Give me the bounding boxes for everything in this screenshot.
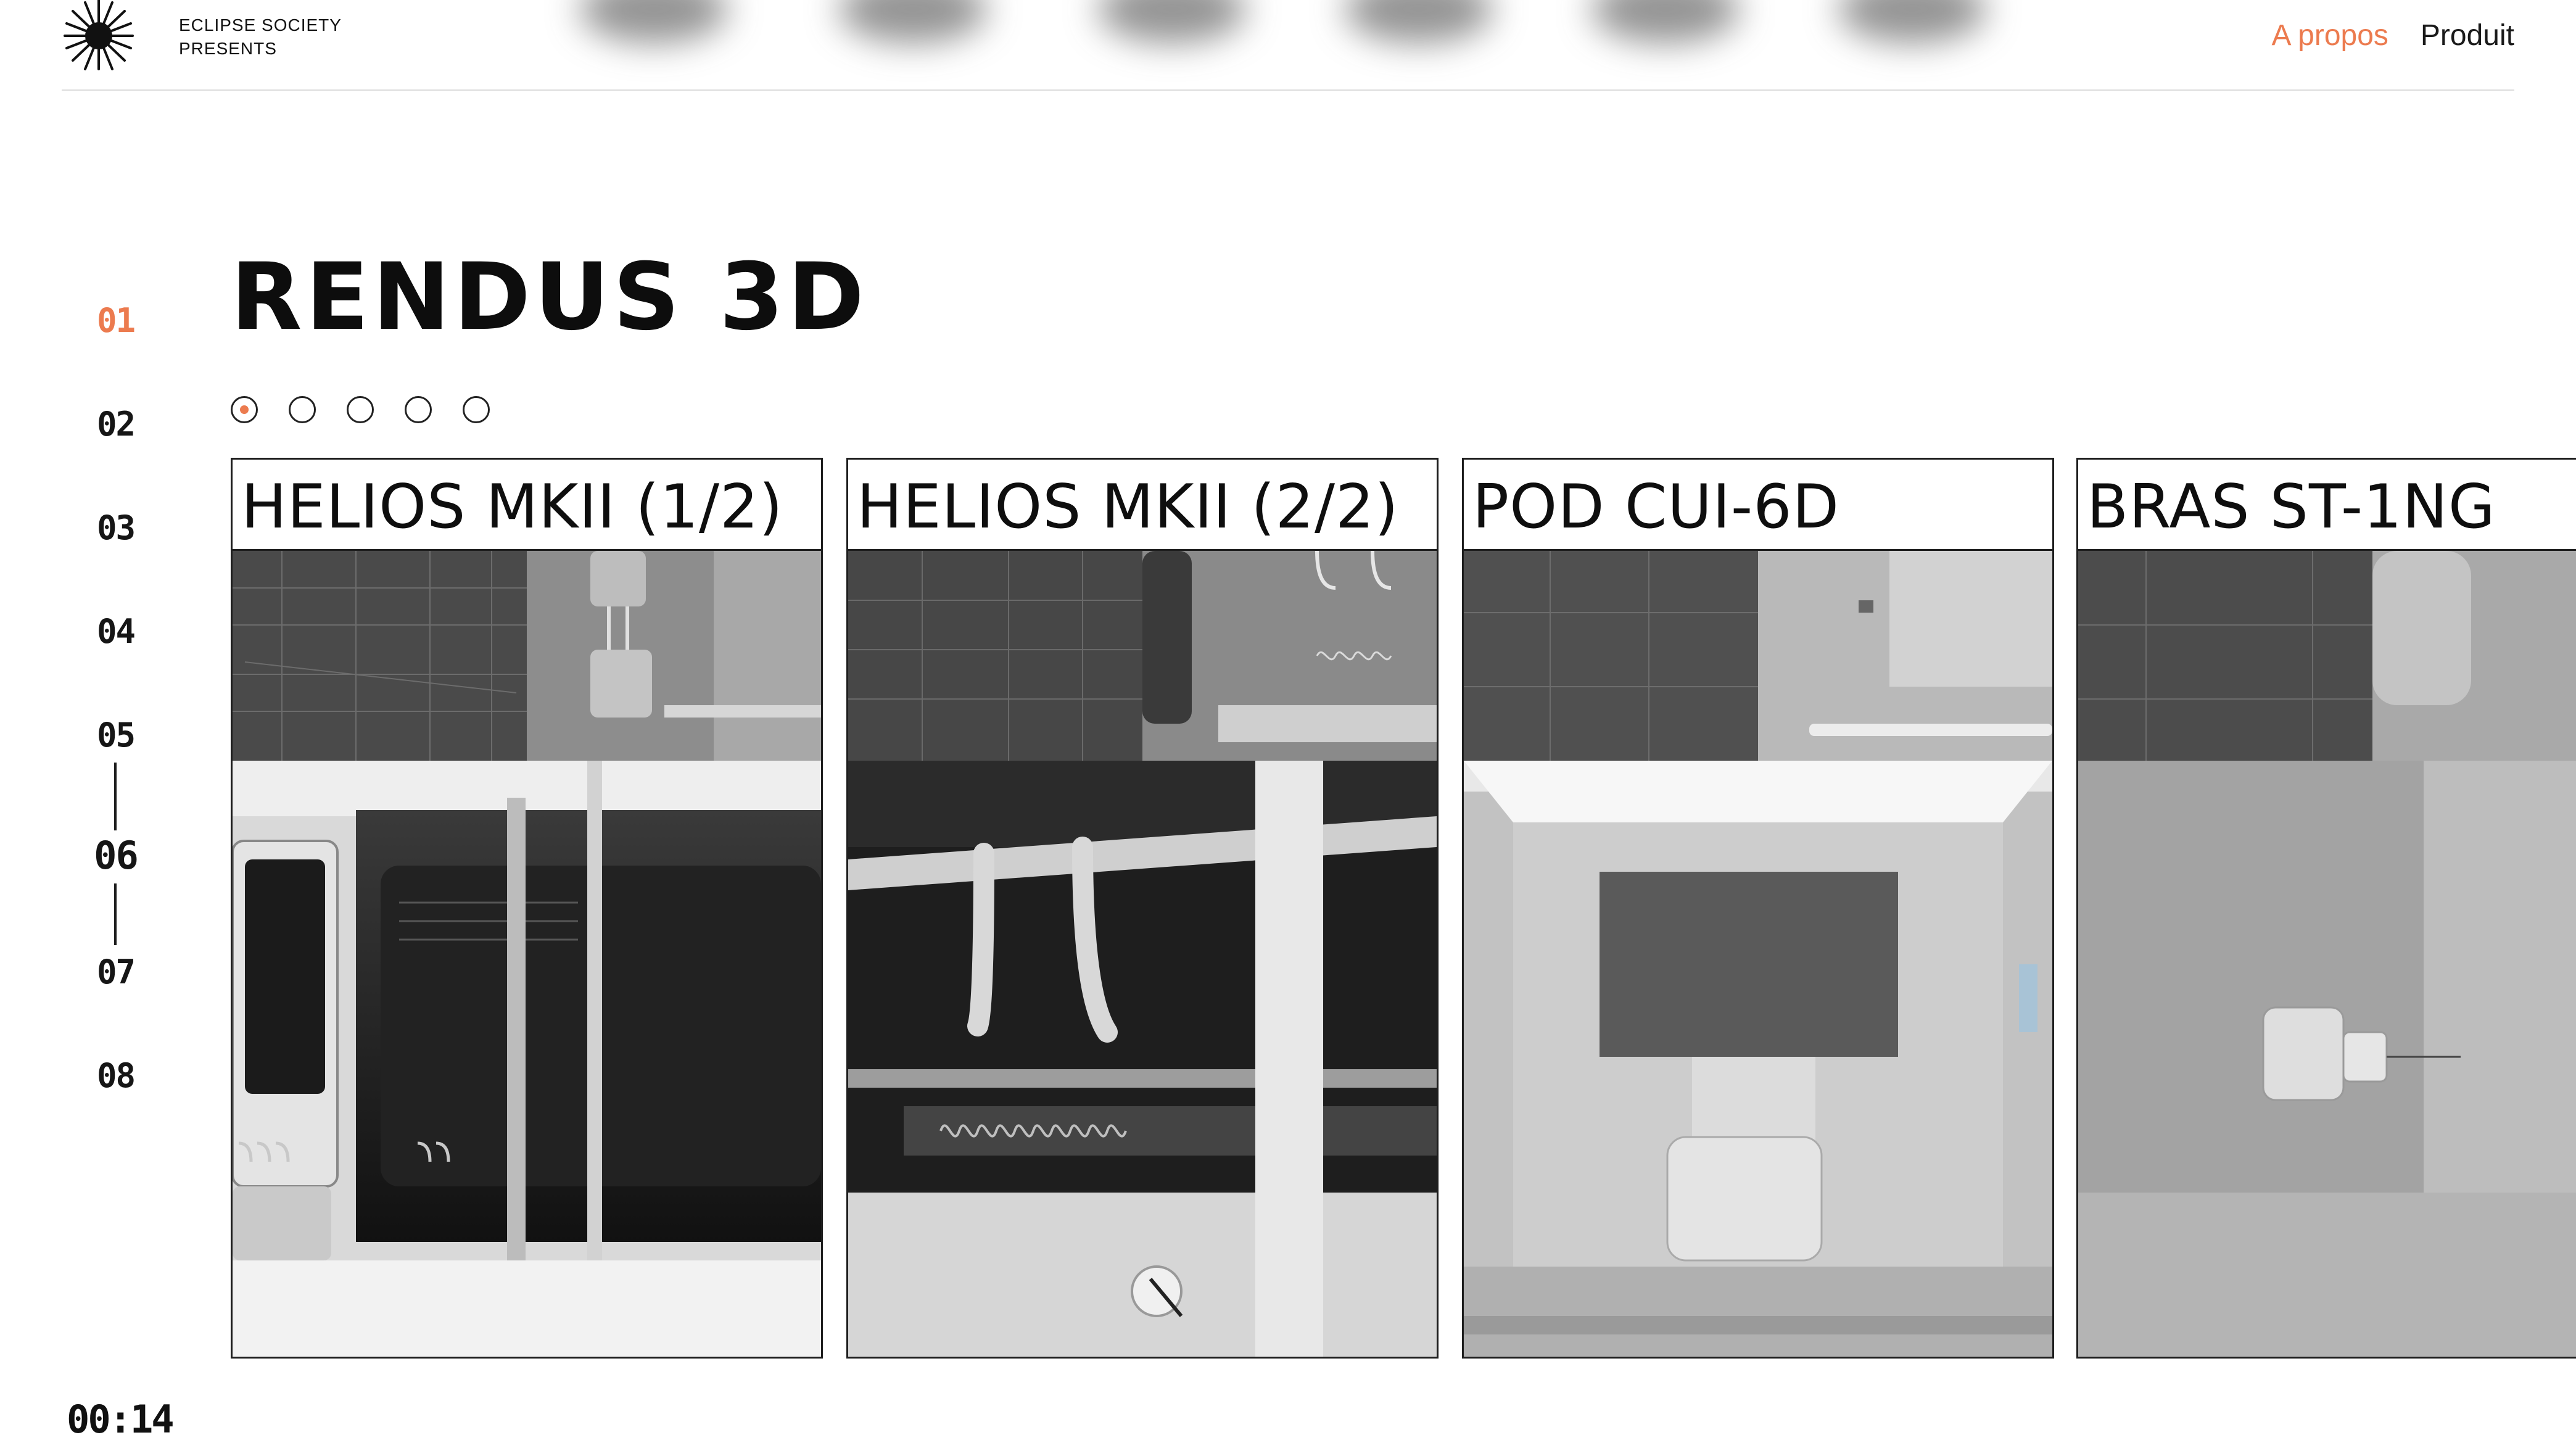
eclipse-star-logo-icon[interactable] [62, 0, 136, 71]
brand-line-1: ECLIPSE SOCIETY [179, 15, 342, 35]
card-title: HELIOS MKII (2/2) [848, 460, 1437, 551]
card-title: BRAS ST-1NG [2078, 460, 2576, 551]
top-nav: A propos Produit [2271, 19, 2514, 52]
card-thumbnails [848, 551, 1437, 761]
nav-link-produit[interactable]: Produit [2421, 19, 2514, 52]
card-title: POD CUI-6D [1464, 460, 2052, 551]
header-divider [62, 89, 2514, 91]
carousel-dot-3[interactable] [347, 396, 374, 423]
nav-link-a-propos[interactable]: A propos [2271, 19, 2388, 52]
render-card-pod[interactable]: POD CUI-6D [1462, 458, 2054, 1359]
card-thumbnails [1464, 551, 2052, 761]
carousel-dot-5[interactable] [463, 396, 490, 423]
render-card-helios-2[interactable]: HELIOS MKII (2/2) [846, 458, 1439, 1359]
carousel-dot-1[interactable] [231, 396, 258, 423]
card-thumbnails [2078, 551, 2576, 761]
card-render-image [1464, 761, 2052, 1357]
section-index-04[interactable]: 04 [62, 612, 170, 651]
render-card-bras[interactable]: BRAS ST-1NG [2076, 458, 2576, 1359]
page-title: RENDUS 3D [231, 244, 868, 351]
brand-line-2: PRESENTS [179, 39, 277, 58]
section-index-07[interactable]: 07 [62, 953, 170, 991]
timer: 00:14 [67, 1397, 175, 1442]
carousel-dot-4[interactable] [405, 396, 432, 423]
card-render-image [848, 761, 1437, 1357]
card-render-image [233, 761, 821, 1357]
card-render-image [2078, 761, 2576, 1357]
section-index-01[interactable]: 01 [62, 301, 170, 340]
section-index-05[interactable]: 05 [62, 716, 170, 755]
section-index-02[interactable]: 02 [62, 405, 170, 444]
blurred-marquee [580, 0, 2036, 62]
header: ECLIPSE SOCIETY PRESENTS A propos Produi… [0, 0, 2576, 91]
render-card-helios-1[interactable]: HELIOS MKII (1/2) [231, 458, 823, 1359]
section-index-connector-top [114, 763, 117, 830]
brand-text: ECLIPSE SOCIETY PRESENTS [179, 14, 342, 60]
section-index-08[interactable]: 08 [62, 1056, 170, 1095]
section-index-06[interactable]: 06 [62, 833, 170, 878]
carousel-dots [231, 396, 490, 423]
card-thumbnails [233, 551, 821, 761]
section-index-03[interactable]: 03 [62, 508, 170, 547]
card-title: HELIOS MKII (1/2) [233, 460, 821, 551]
section-index-connector-bottom [114, 883, 117, 945]
carousel-dot-2[interactable] [289, 396, 316, 423]
